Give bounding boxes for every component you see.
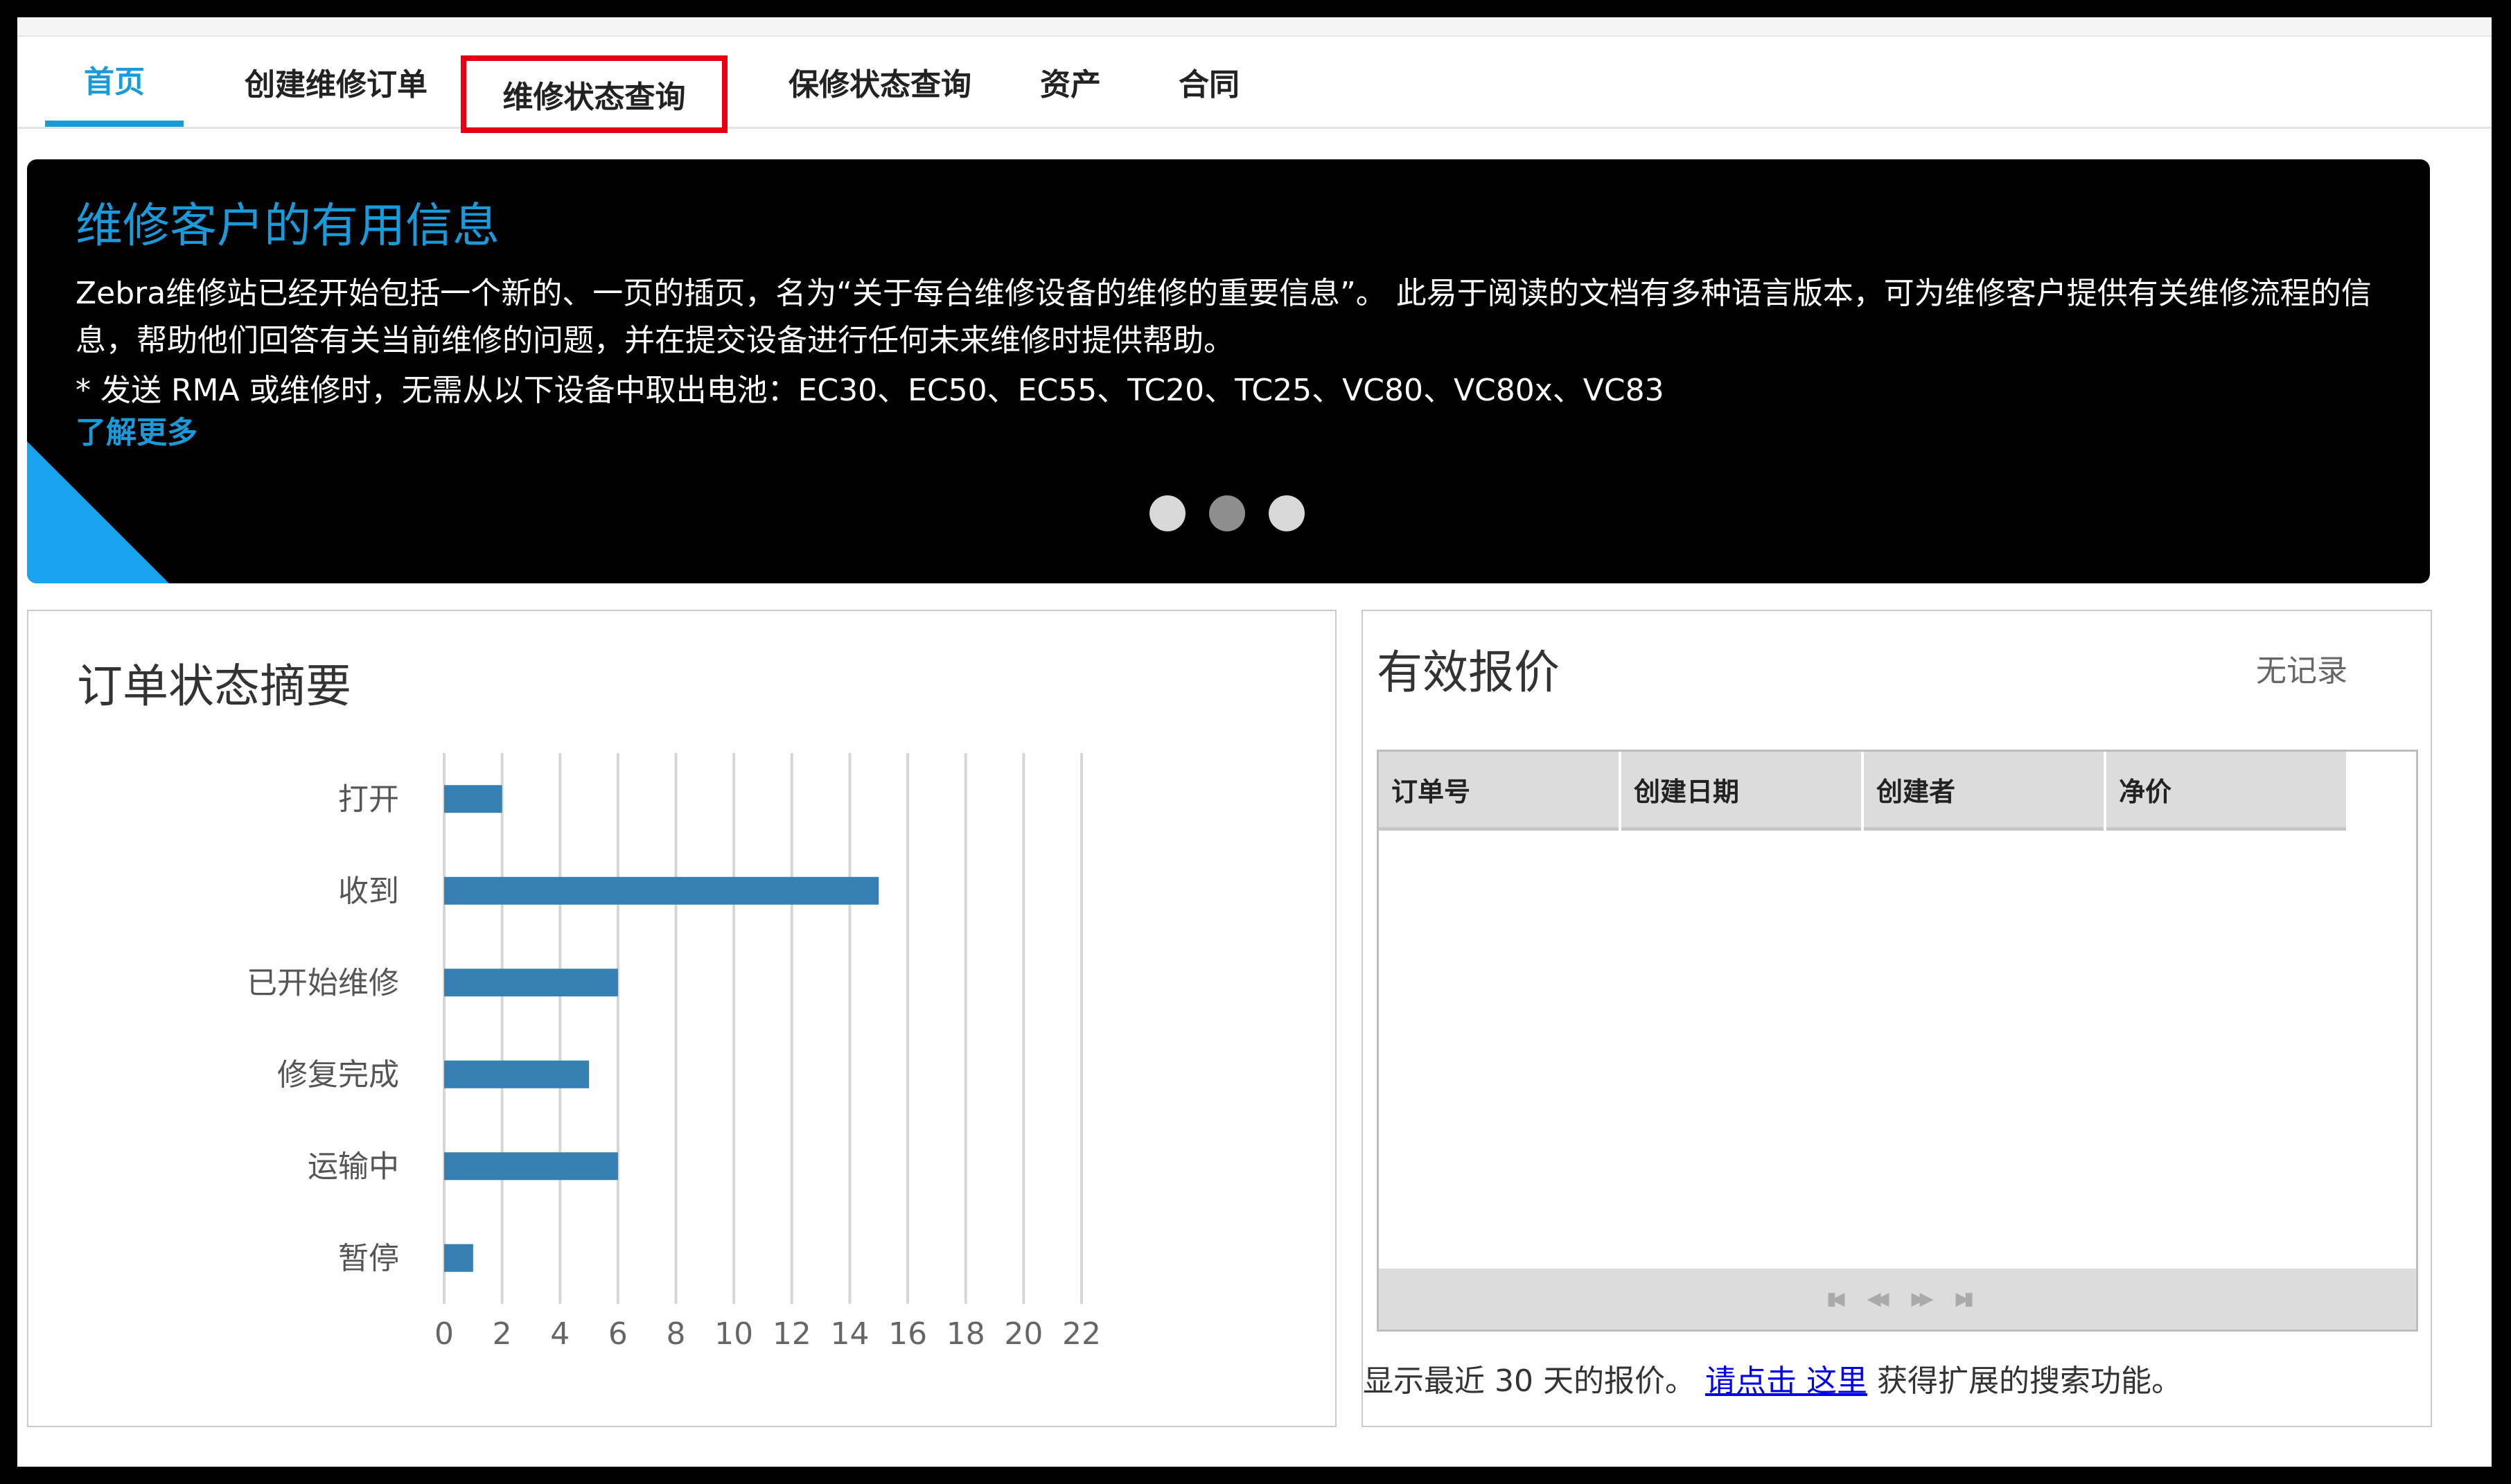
bar — [444, 785, 502, 813]
carousel-dots — [1149, 495, 1305, 531]
category-label: 修复完成 — [277, 1057, 399, 1093]
prev-page-icon[interactable]: ◀◀ — [1867, 1289, 1889, 1309]
learn-more-link[interactable]: 了解更多 — [76, 407, 197, 452]
tab-assets[interactable]: 资产 — [1015, 37, 1126, 127]
bar — [444, 969, 618, 997]
carousel-dot-2[interactable] — [1209, 495, 1245, 531]
x-tick-label: 12 — [773, 1316, 811, 1352]
x-tick-label: 14 — [830, 1316, 869, 1352]
column-net-price[interactable]: 净价 — [2106, 752, 2346, 831]
tab-warranty-status-query[interactable]: 保修状态查询 — [755, 37, 1005, 127]
tab-contracts[interactable]: 合同 — [1154, 37, 1265, 127]
banner-text: Zebra维修站已经开始包括一个新的、一页的插页，名为“关于每台维修设备的维修的… — [76, 276, 2372, 358]
carousel-dot-1[interactable] — [1149, 495, 1186, 531]
x-tick-label: 22 — [1062, 1316, 1101, 1352]
last-page-icon[interactable]: ▶▮ — [1956, 1289, 1974, 1309]
tab-repair-status-query[interactable]: 维修状态查询 — [461, 55, 728, 133]
no-record-label: 无记录 — [2256, 653, 2347, 689]
category-label: 暂停 — [338, 1241, 399, 1276]
column-created-date[interactable]: 创建日期 — [1621, 752, 1861, 831]
footer-suffix: 获得扩展的搜索功能。 — [1867, 1363, 2182, 1399]
x-tick-label: 16 — [888, 1316, 927, 1352]
quotes-footer-note: 显示最近 30 天的报价。 请点击 这里 获得扩展的搜索功能。 — [1363, 1356, 2182, 1400]
footer-prefix: 显示最近 30 天的报价。 — [1363, 1363, 1705, 1399]
x-tick-label: 6 — [608, 1316, 628, 1352]
x-tick-label: 2 — [493, 1316, 512, 1352]
order-status-chart: 0 2 4 6 8 10 12 14 16 18 20 22 打开收到已开始维修修复完成运输中暂停 — [247, 753, 1101, 1352]
x-tick-label: 10 — [714, 1316, 753, 1352]
category-label: 已开始维修 — [247, 965, 399, 1000]
tab-home[interactable]: 首页 — [45, 37, 184, 127]
first-page-icon[interactable]: ▮◀ — [1826, 1289, 1844, 1309]
main-tabs: 首页 创建维修订单 维修状态查询 保修状态查询 资产 合同 — [17, 37, 2492, 133]
grid-pager: ▮◀ ◀◀ ▶▶ ▶▮ — [1379, 1269, 2416, 1330]
x-tick-label: 20 — [1004, 1316, 1043, 1352]
banner-title: 维修客户的有用信息 — [76, 199, 500, 254]
app-window: 首页 创建维修订单 维修状态查询 保修状态查询 资产 合同 维修客户的有用信息 … — [17, 17, 2492, 1467]
category-label: 打开 — [338, 781, 399, 817]
info-banner: 维修客户的有用信息 Zebra维修站已经开始包括一个新的、一页的插页，名为“关于… — [27, 159, 2430, 583]
bar — [444, 1060, 590, 1088]
active-quotes-panel: 有效报价 无记录 订单号 创建日期 创建者 净价 ▮◀ ◀◀ ▶▶ ▶▮ 显示最… — [1362, 610, 2432, 1427]
active-quotes-title: 有效报价 — [1377, 646, 1560, 699]
extended-search-link[interactable]: 请点击 这里 — [1705, 1363, 1867, 1399]
carousel-dot-3[interactable] — [1269, 495, 1305, 531]
x-tick-label: 8 — [667, 1316, 686, 1352]
x-tick-label: 0 — [434, 1316, 454, 1352]
banner-corner-accent — [27, 441, 169, 583]
bar — [444, 1244, 473, 1272]
category-label: 运输中 — [308, 1149, 399, 1184]
bar — [444, 876, 879, 905]
top-strip — [17, 17, 2492, 37]
x-tick-label: 18 — [946, 1316, 985, 1352]
tab-create-repair-order[interactable]: 创建维修订单 — [211, 37, 461, 127]
category-label: 收到 — [338, 874, 399, 909]
banner-note: * 发送 RMA 或维修时，无需从以下设备中取出电池：EC30、EC50、EC5… — [76, 373, 1664, 408]
quotes-grid-header: 订单号 创建日期 创建者 净价 — [1379, 752, 2349, 835]
column-creator[interactable]: 创建者 — [1864, 752, 2104, 831]
x-tick-label: 4 — [550, 1316, 570, 1352]
quotes-grid: 订单号 创建日期 创建者 净价 ▮◀ ◀◀ ▶▶ ▶▮ — [1377, 750, 2418, 1332]
column-order-number[interactable]: 订单号 — [1379, 752, 1619, 831]
bar — [444, 1152, 618, 1181]
next-page-icon[interactable]: ▶▶ — [1912, 1289, 1934, 1309]
order-status-summary-panel: 订单状态摘要 0 2 4 6 8 10 12 14 16 18 20 22 打开 收到 已开始维修 修复完成运… — [27, 610, 1337, 1427]
